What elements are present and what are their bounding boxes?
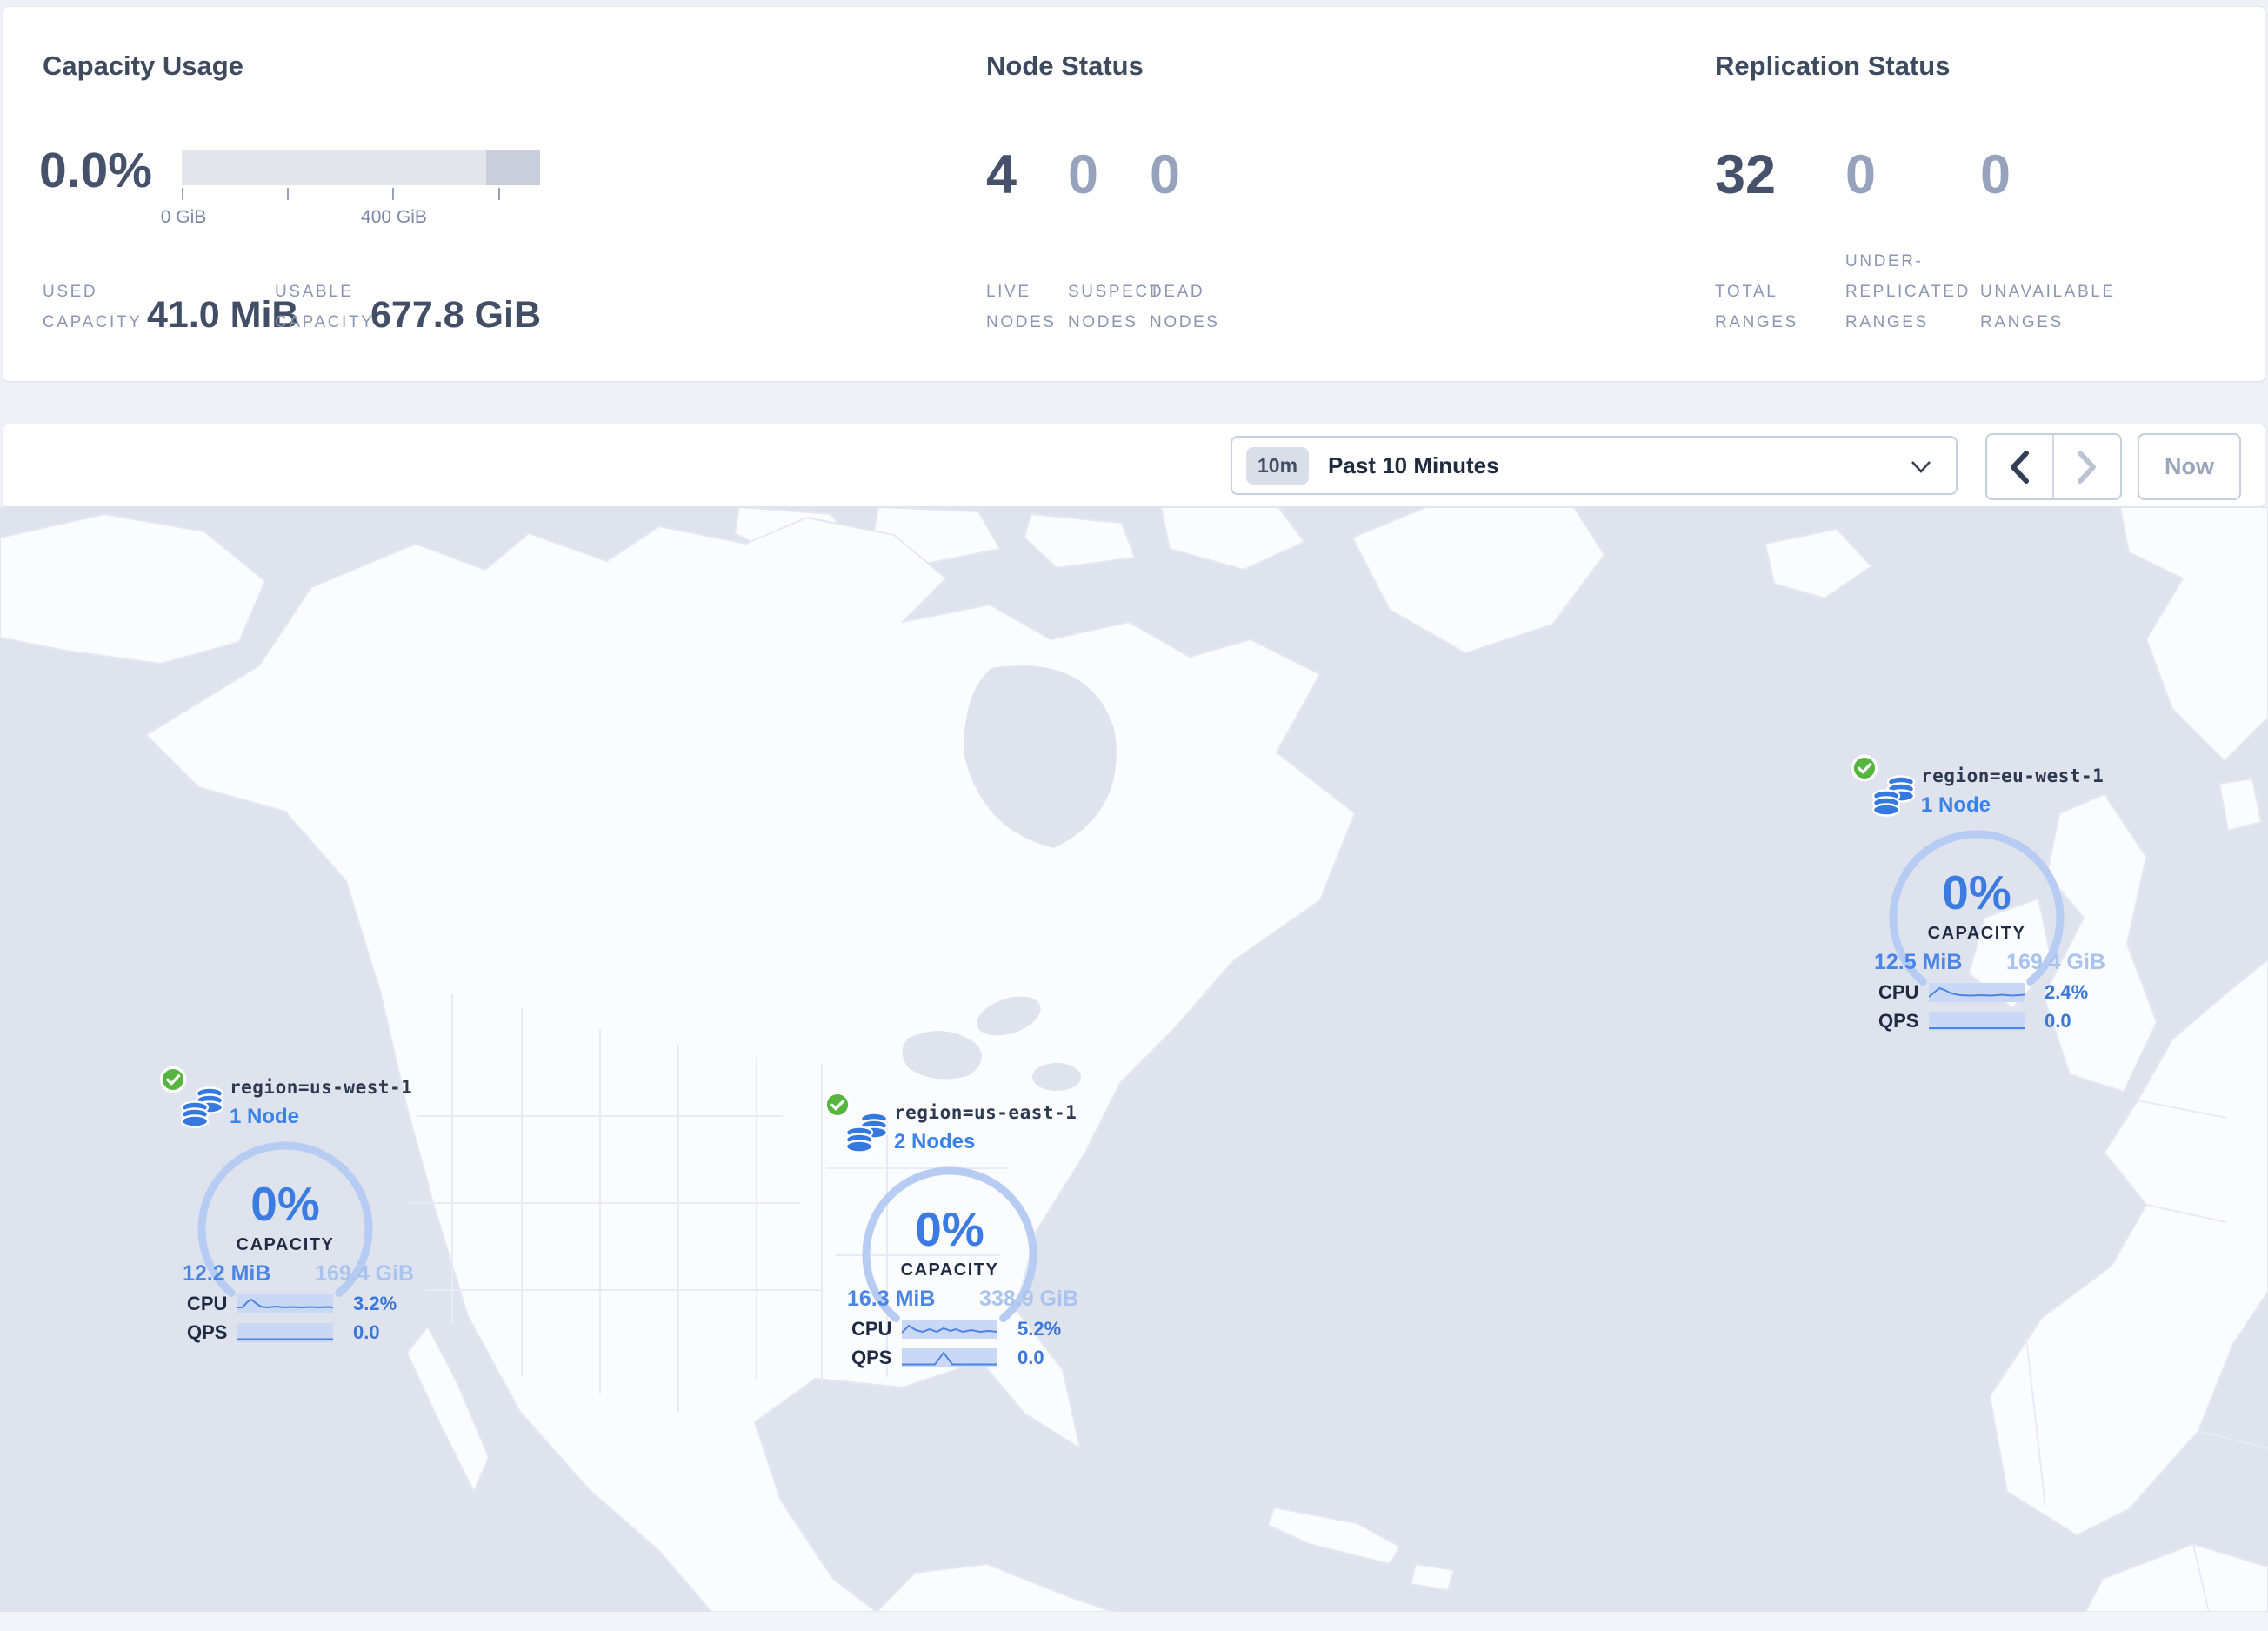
dead-nodes-count: 0 <box>1150 144 1181 205</box>
gauge-percent: 0% <box>915 1202 984 1256</box>
region-name: region=us-west-1 <box>230 1077 413 1098</box>
region-total-capacity: 169.4 GiB <box>2006 950 2105 974</box>
capacity-tick-label-0: 0 GiB <box>160 207 207 227</box>
capacity-tick <box>182 188 183 200</box>
qps-label: QPS <box>187 1321 228 1343</box>
live-nodes-label: LIVE NODES <box>986 283 1057 331</box>
cpu-value: 3.2% <box>353 1293 397 1314</box>
database-stack-icon <box>1871 775 1916 817</box>
now-button[interactable]: Now <box>2138 433 2241 500</box>
capacity-tick-label-400: 400 GiB <box>361 207 427 227</box>
qps-label: QPS <box>851 1347 892 1368</box>
total-ranges-label: TOTAL RANGES <box>1715 283 1798 331</box>
qps-value: 0.0 <box>2045 1010 2071 1032</box>
qps-sparkline <box>237 1323 333 1342</box>
cpu-sparkline <box>237 1294 333 1313</box>
chevron-left-icon <box>2011 450 2030 484</box>
node-status-title: Node Status <box>986 50 1144 81</box>
suspect-nodes-label: SUSPECT NODES <box>1068 283 1162 331</box>
capacity-percent: 0.0% <box>39 143 152 198</box>
time-range-dropdown[interactable]: 10m Past 10 Minutes <box>1231 436 1958 495</box>
replication-status-title: Replication Status <box>1715 50 1951 81</box>
cpu-sparkline <box>902 1320 997 1339</box>
time-range-badge: 10m <box>1246 446 1310 485</box>
time-step-forward-button[interactable] <box>2054 435 2121 498</box>
unavailable-ranges-count: 0 <box>1980 144 2011 205</box>
region-name: region=us-east-1 <box>894 1102 1077 1123</box>
gauge-capacity-label: CAPACITY <box>1927 924 2026 943</box>
qps-label: QPS <box>1878 1010 1919 1032</box>
usable-capacity-value: 677.8 GiB <box>370 294 541 336</box>
capacity-bar-nonusable-segment <box>486 150 540 185</box>
cluster-summary-panel: Capacity Usage 0.0% 0 GiB 400 GiB USED C… <box>3 7 2265 381</box>
gauge-percent: 0% <box>1942 866 2011 919</box>
gauge-capacity-label: CAPACITY <box>900 1260 999 1280</box>
region-used-capacity: 12.5 MiB <box>1874 950 1963 974</box>
under-replicated-ranges-count: 0 <box>1845 144 1877 205</box>
database-stack-icon <box>844 1112 889 1153</box>
dead-nodes-label: DEAD NODES <box>1150 283 1220 331</box>
capacity-tick <box>498 188 500 200</box>
gauge-percent: 0% <box>250 1177 320 1231</box>
database-stack-icon <box>180 1086 224 1128</box>
region-marker-us-west-1[interactable]: region=us-west-1 1 Node 0% CAPACITY 12.2… <box>158 1065 445 1356</box>
live-nodes-count: 4 <box>986 144 1017 205</box>
cpu-label: CPU <box>851 1318 892 1340</box>
qps-sparkline <box>1929 1012 2025 1031</box>
capacity-tick <box>392 188 394 200</box>
qps-value: 0.0 <box>353 1321 380 1343</box>
now-button-label: Now <box>2165 453 2214 479</box>
under-replicated-ranges-label: UNDER-REPLICATED RANGES <box>1845 252 1971 331</box>
suspect-nodes-count: 0 <box>1068 144 1099 205</box>
cpu-label: CPU <box>1878 981 1919 1003</box>
world-map-svg <box>0 506 2268 1613</box>
region-marker-eu-west-1[interactable]: region=eu-west-1 1 Node 0% CAPACITY 12.5… <box>1850 753 2137 1045</box>
capacity-bar <box>182 150 540 185</box>
time-step-back-button[interactable] <box>1987 435 2054 498</box>
qps-sparkline <box>902 1348 997 1367</box>
cpu-sparkline <box>1929 983 2025 1002</box>
region-name: region=eu-west-1 <box>1921 765 2105 786</box>
capacity-tick <box>287 188 289 200</box>
unavailable-ranges-label: UNAVAILABLE RANGES <box>1980 283 2116 331</box>
world-map[interactable] <box>0 506 2268 1613</box>
chevron-right-icon <box>2077 450 2096 484</box>
gauge-capacity-label: CAPACITY <box>236 1235 335 1254</box>
used-capacity-label: USED CAPACITY <box>43 283 143 331</box>
cpu-label: CPU <box>187 1293 228 1314</box>
region-used-capacity: 16.3 MiB <box>847 1287 936 1311</box>
region-node-count: 2 Nodes <box>894 1130 976 1153</box>
page-bottom-strip <box>0 1612 2268 1631</box>
region-used-capacity: 12.2 MiB <box>183 1261 271 1286</box>
total-ranges-count: 32 <box>1715 144 1777 205</box>
time-range-label: Past 10 Minutes <box>1328 451 1499 478</box>
cpu-value: 2.4% <box>2045 981 2089 1003</box>
region-node-count: 1 Node <box>230 1105 300 1128</box>
node-map-page: Capacity Usage 0.0% 0 GiB 400 GiB USED C… <box>0 0 2268 1631</box>
region-total-capacity: 338.9 GiB <box>979 1287 1078 1311</box>
cpu-value: 5.2% <box>1017 1318 1062 1340</box>
region-marker-us-east-1[interactable]: region=us-east-1 2 Nodes 0% CAPACITY 16.… <box>823 1090 1110 1381</box>
capacity-usage-title: Capacity Usage <box>43 50 243 81</box>
region-node-count: 1 Node <box>1921 793 1991 817</box>
region-total-capacity: 169.4 GiB <box>315 1261 414 1286</box>
time-step-controls <box>1985 433 2122 500</box>
qps-value: 0.0 <box>1017 1347 1044 1368</box>
chevron-down-icon <box>1911 461 1931 473</box>
